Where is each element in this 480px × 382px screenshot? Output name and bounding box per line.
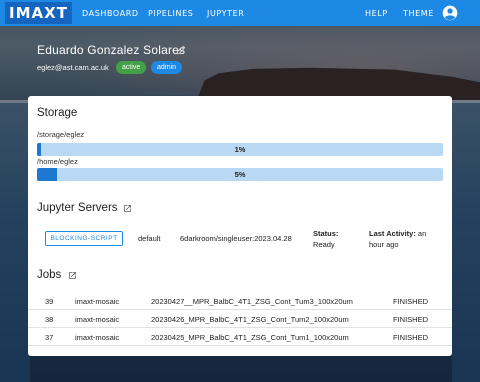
nav-pipelines[interactable]: PIPELINES — [148, 9, 193, 18]
job-status: FINISHED — [393, 315, 429, 324]
open-external-icon[interactable] — [123, 204, 132, 213]
nav-dashboard[interactable]: DASHBOARD — [82, 9, 139, 18]
job-description: 20230425_MPR_BalbC_4T1_ZSG_Cont_Tum1_100… — [151, 333, 349, 342]
blocking-script-button[interactable]: BLOCKING-SCRIPT — [45, 231, 123, 246]
nav-jupyter[interactable]: JUPYTER — [207, 9, 244, 18]
status-label: Status: — [313, 229, 339, 238]
job-id: 37 — [45, 333, 54, 342]
dashboard-card: Storage /storage/eglez 1% /home/eglez 5%… — [28, 96, 452, 356]
top-navbar: IMAXT DASHBOARD PIPELINES JUPYTER HELP T… — [0, 0, 480, 26]
ice-right — [452, 103, 480, 382]
table-row[interactable]: 37 imaxt-mosaic 20230425_MPR_BalbC_4T1_Z… — [28, 328, 452, 346]
server-last-activity: Last Activity: an hour ago — [369, 228, 439, 250]
jobs-title: Jobs — [37, 269, 62, 281]
open-external-icon[interactable] — [68, 271, 77, 280]
status-value: Ready — [313, 240, 335, 249]
storage-path: /storage/eglez — [37, 130, 85, 139]
job-status: FINISHED — [393, 333, 429, 342]
activity-label: Last Activity: — [369, 229, 416, 238]
job-pipeline: imaxt-mosaic — [75, 297, 120, 306]
profile-name: Eduardo Gonzalez Solares — [37, 43, 186, 57]
status-badge-active: active — [116, 61, 147, 74]
storage-usage-bar: 1% — [37, 143, 443, 156]
job-pipeline: imaxt-mosaic — [75, 333, 120, 342]
table-row[interactable]: 39 imaxt-mosaic 20230427__MPR_BalbC_4T1_… — [28, 292, 452, 310]
server-status: Status: Ready — [313, 228, 359, 250]
home-usage-label: 5% — [234, 170, 246, 179]
job-id: 38 — [45, 315, 54, 324]
brand-logo[interactable]: IMAXT — [5, 2, 72, 24]
job-id: 39 — [45, 297, 54, 306]
job-description: 20230426_MPR_BalbC_4T1_ZSG_Cont_Tum2_100… — [151, 315, 349, 324]
storage-usage-label: 1% — [234, 145, 246, 154]
server-name: default — [138, 234, 161, 243]
job-description: 20230427__MPR_BalbC_4T1_ZSG_Cont_Tum3_10… — [151, 297, 353, 306]
server-image: 6darkroom/singleuser:2023.04.28 — [180, 234, 292, 243]
job-pipeline: imaxt-mosaic — [75, 315, 120, 324]
nav-help[interactable]: HELP — [365, 9, 388, 18]
nav-theme[interactable]: THEME — [403, 9, 434, 18]
table-row[interactable]: 38 imaxt-mosaic 20230426_MPR_BalbC_4T1_Z… — [28, 310, 452, 328]
jupyter-servers-title: Jupyter Servers — [37, 202, 118, 214]
role-badge-admin: admin — [151, 61, 183, 74]
job-status: FINISHED — [393, 297, 429, 306]
jobs-table: 39 imaxt-mosaic 20230427__MPR_BalbC_4T1_… — [28, 292, 452, 346]
account-circle-icon[interactable] — [442, 5, 458, 21]
ice-left — [0, 103, 30, 382]
home-usage-bar: 5% — [37, 168, 443, 181]
storage-title: Storage — [37, 107, 78, 119]
home-path: /home/eglez — [37, 157, 78, 166]
pencil-icon[interactable] — [176, 45, 186, 55]
profile-email: eglez@ast.cam.ac.uk — [37, 63, 109, 72]
